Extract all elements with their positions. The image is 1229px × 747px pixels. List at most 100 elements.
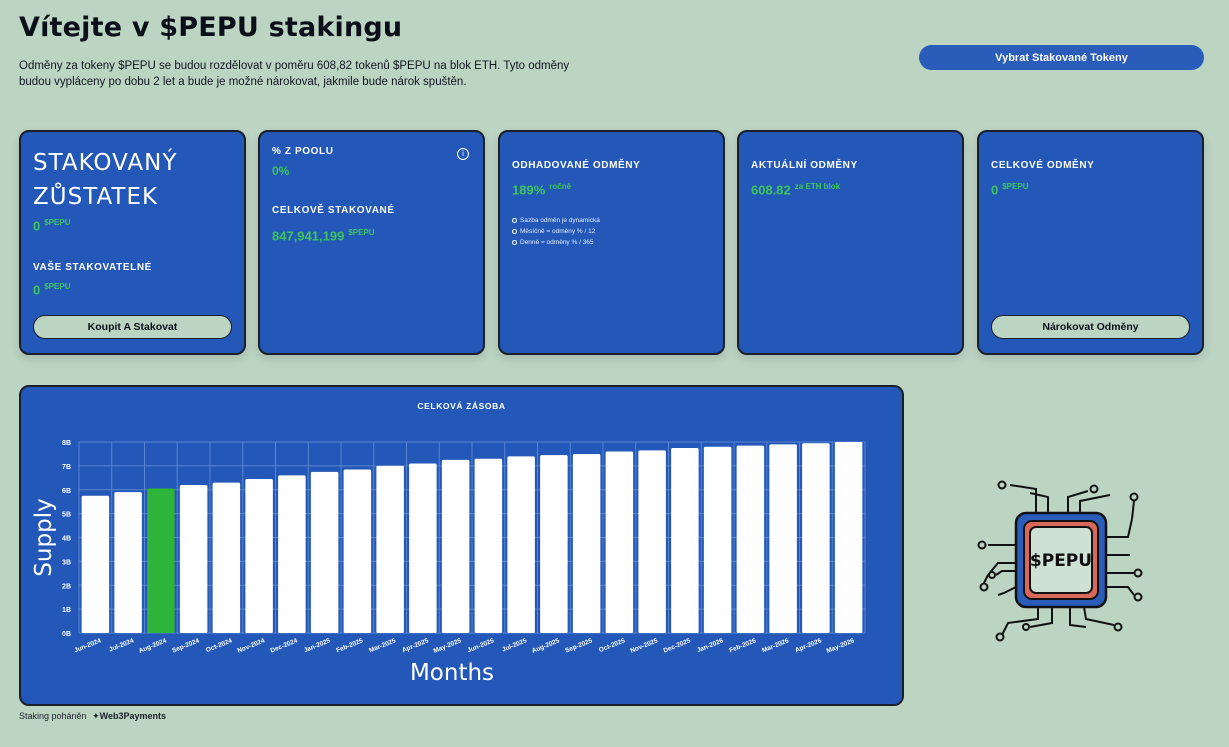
y-tick-label: 4B xyxy=(62,536,71,543)
supply-chart: 0B1B2B3B4B5B6B7B8BJun-2024 Jul-2024 Aug-20… xyxy=(31,440,866,686)
current-rewards-card: Aktuální odměny 608.82 za ETH blok xyxy=(737,130,964,355)
x-tick-label: Jul-2025 xyxy=(501,637,528,653)
bar-Nov-2024[interactable] xyxy=(245,479,273,633)
y-tick-label: 1B xyxy=(62,607,71,614)
x-axis-label: Months xyxy=(410,660,494,686)
x-tick-label: Jun-2024 xyxy=(73,637,102,654)
withdraw-staked-button[interactable]: Vybrat Stakované Tokeny xyxy=(919,45,1204,70)
bar-Feb-2026[interactable] xyxy=(736,445,765,633)
bar-Feb-2025[interactable] xyxy=(343,469,372,633)
y-tick-label: 6B xyxy=(62,488,71,495)
x-tick-label: May-2025 xyxy=(433,637,463,655)
estimated-rewards-label: Odhadované odměny xyxy=(512,160,641,171)
y-tick-label: 8B xyxy=(62,440,71,447)
x-tick-label: Mar-2025 xyxy=(368,637,397,654)
x-tick-label: Jun-2025 xyxy=(466,637,495,654)
bar-Jul-2025[interactable] xyxy=(507,456,535,633)
bar-Apr-2025[interactable] xyxy=(409,463,437,633)
page-description: Odměny za tokeny $PEPU se budou rozdělov… xyxy=(19,60,570,88)
chip-logo-icon: $PEPU xyxy=(977,480,1143,642)
pool-share-value: 0% xyxy=(272,164,290,178)
y-tick-label: 7B xyxy=(62,464,71,471)
total-staked-label: Celkově stakované xyxy=(272,205,395,216)
x-tick-label: Sep-2025 xyxy=(564,637,593,654)
footer: Staking poháněn ✦Web3Payments xyxy=(19,711,166,722)
bar-Oct-2024[interactable] xyxy=(212,482,241,633)
x-tick-label: Dec-2024 xyxy=(270,637,299,654)
y-tick-label: 0B xyxy=(62,631,71,638)
pool-card: % z poolu i 0% Celkově stakované 847,941… xyxy=(258,130,485,355)
supply-chart-card: CELKOVÁ ZÁSOBA 0B 1B 2B 3B 4B 5B 6B 7B 8B Jun-202… xyxy=(19,385,904,706)
bar-May-2026[interactable] xyxy=(834,442,863,633)
x-tick-label: Mar-2026 xyxy=(761,637,790,654)
bar-Nov-2025[interactable] xyxy=(638,450,666,633)
bar-Jun-2025[interactable] xyxy=(474,458,503,633)
bar-May-2025[interactable] xyxy=(441,459,470,633)
staked-balance-value: 0 $PEPU xyxy=(33,218,71,234)
buy-and-stake-button[interactable]: Koupit A Stakovat xyxy=(33,315,232,339)
bar-Jun-2024[interactable] xyxy=(81,495,110,633)
x-tick-label: Feb-2026 xyxy=(728,637,757,654)
stakeable-label: Vaše stakovatelné xyxy=(33,262,152,273)
bullet-icon xyxy=(512,239,517,245)
x-tick-label: Sep-2024 xyxy=(171,637,200,654)
logo-text: $PEPU xyxy=(1030,551,1092,571)
reward-note: Denně = odměny % / 365 xyxy=(512,237,600,248)
bar-Aug-2025[interactable] xyxy=(540,455,568,633)
bullet-icon xyxy=(512,217,517,223)
current-rewards-label: Aktuální odměny xyxy=(751,160,858,171)
y-tick-label: 5B xyxy=(62,512,71,519)
bar-Apr-2026[interactable] xyxy=(802,443,830,633)
y-axis-label: Supply xyxy=(31,498,57,576)
info-icon[interactable]: i xyxy=(457,148,469,160)
y-tick-label: 2B xyxy=(62,583,71,590)
total-rewards-label: Celkové odměny xyxy=(991,160,1095,171)
total-rewards-card: Celkové odměny 0 $PEPU Nárokovat Odměny xyxy=(977,130,1204,355)
x-tick-label: Oct-2024 xyxy=(205,637,233,654)
x-tick-label: Jan-2025 xyxy=(303,637,332,654)
bar-Mar-2025[interactable] xyxy=(376,465,404,633)
reward-notes-list: Sazba odměn je dynamická Měsíčně = odměn… xyxy=(512,215,600,248)
x-tick-label: Feb-2025 xyxy=(335,637,364,654)
x-tick-label: Nov-2025 xyxy=(629,637,659,654)
x-tick-label: Apr-2025 xyxy=(401,637,430,654)
x-tick-label: Jul-2024 xyxy=(108,637,135,653)
footer-brand: Web3Payments xyxy=(99,711,166,721)
stakeable-value: 0 $PEPU xyxy=(33,282,71,298)
pepu-chip-logo: $PEPU xyxy=(968,475,1148,645)
bar-Mar-2026[interactable] xyxy=(769,444,797,633)
reward-note: Měsíčně = odměny % / 12 xyxy=(512,226,600,237)
bar-Jan-2025[interactable] xyxy=(310,471,339,633)
footer-prefix: Staking poháněn xyxy=(19,711,87,721)
x-tick-label: Dec-2025 xyxy=(663,637,692,654)
bar-Oct-2025[interactable] xyxy=(605,451,634,633)
x-tick-label: Apr-2026 xyxy=(794,637,823,654)
y-tick-label: 3B xyxy=(62,559,71,566)
bar-Dec-2024[interactable] xyxy=(278,475,306,633)
web3payments-logo-icon: ✦ xyxy=(92,711,100,721)
staked-balance-card: Stakovaný Zůstatek 0 $PEPU Vaše stakovate… xyxy=(19,130,246,355)
pool-share-label: % z poolu xyxy=(272,146,334,157)
estimated-rewards-card: Odhadované odměny 189% ročně Sazba odměn … xyxy=(498,130,725,355)
x-tick-label: Nov-2024 xyxy=(236,637,266,654)
estimated-rewards-value: 189% ročně xyxy=(512,182,572,198)
x-tick-label: Aug-2024 xyxy=(138,637,168,655)
total-staked-value: 847,941,199 $PEPU xyxy=(272,228,375,244)
total-rewards-value: 0 $PEPU xyxy=(991,182,1029,198)
claim-rewards-button[interactable]: Nárokovat Odměny xyxy=(991,315,1190,339)
x-tick-label: Oct-2025 xyxy=(598,637,626,654)
reward-note: Sazba odměn je dynamická xyxy=(512,215,600,226)
bar-Jan-2026[interactable] xyxy=(703,446,732,633)
bar-Dec-2025[interactable] xyxy=(671,447,699,633)
x-tick-label: May-2026 xyxy=(826,637,856,655)
current-rewards-value: 608.82 za ETH blok xyxy=(751,182,841,198)
bar-Sep-2024[interactable] xyxy=(179,484,208,633)
page-title: Vítejte v $PEPU stakingu xyxy=(19,12,403,43)
staked-balance-title: Stakovaný Zůstatek xyxy=(33,150,178,210)
x-tick-label: Aug-2025 xyxy=(531,637,561,655)
bar-Jul-2024[interactable] xyxy=(114,492,142,633)
bar-Aug-2024[interactable] xyxy=(147,488,175,633)
bullet-icon xyxy=(512,228,517,234)
x-tick-label: Jan-2026 xyxy=(696,637,725,654)
bar-Sep-2025[interactable] xyxy=(572,453,601,633)
